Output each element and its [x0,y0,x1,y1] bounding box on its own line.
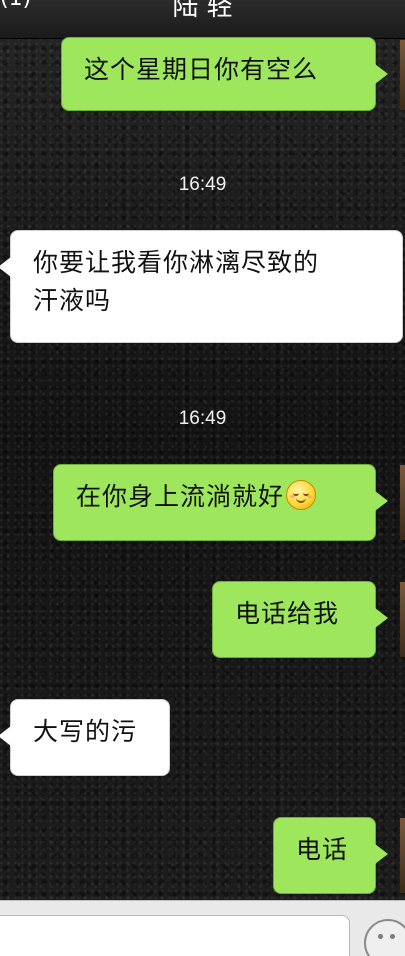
navigation-bar: (1) 陆 轻 [0,0,405,39]
avatar[interactable] [400,40,405,110]
message-input[interactable] [0,915,350,956]
message-text: 电话 [296,835,349,864]
timestamp: 16:49 [178,174,227,195]
message-bubble-incoming[interactable]: 你要让我看你淋漓尽致的 汗液吗 [0,230,403,343]
smile-blush-emoji-icon [286,480,317,510]
message-text: 大写的污 [33,717,138,746]
message-bubble-outgoing[interactable]: 在你身上流淌就好 [53,464,388,541]
message-text-line: 汗液吗 [33,286,112,315]
message-bubble-outgoing[interactable]: 电话给我 [212,581,388,658]
message-bubble-outgoing[interactable]: 电话 [273,817,388,894]
timestamp: 16:49 [178,408,227,429]
smiley-face-icon[interactable] [364,919,405,956]
page-title: 陆 轻 [172,0,233,22]
avatar[interactable] [400,582,405,657]
message-text-line: 你要让我看你淋漓尽致的 [33,248,320,277]
message-bubble-incoming[interactable]: 大写的污 [0,699,170,776]
avatar[interactable] [400,465,405,540]
message-text: 电话给我 [235,599,340,628]
message-bubble-outgoing[interactable]: 这个星期日你有空么 [61,37,388,111]
message-text: 在你身上流淌就好 [76,482,285,511]
message-text: 这个星期日你有空么 [84,55,319,84]
message-input-bar [0,900,405,956]
avatar[interactable] [400,818,405,893]
